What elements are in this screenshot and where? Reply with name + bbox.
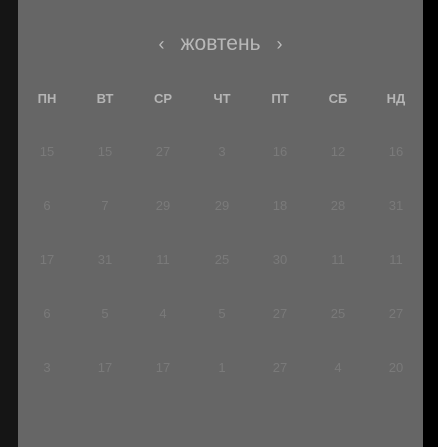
- calendar-panel: ‹ жовтень › ПН ВТ СР ЧТ ПТ СБ НД 15 15 27 3 16 12 16 6…: [18, 0, 423, 447]
- weekday-header: СР: [153, 91, 173, 106]
- chevron-right-icon[interactable]: ›: [273, 34, 287, 55]
- weekday-header: ПТ: [271, 91, 289, 106]
- day-cell[interactable]: 25: [309, 306, 367, 321]
- day-cell[interactable]: 4: [134, 306, 192, 321]
- day-cell[interactable]: 5: [193, 306, 251, 321]
- day-cell[interactable]: 31: [76, 252, 134, 267]
- weekday-header: ЧТ: [213, 91, 231, 106]
- day-cell[interactable]: 20: [367, 360, 425, 375]
- day-cell[interactable]: 29: [134, 198, 192, 213]
- calendar-header: ‹ жовтень ›: [18, 30, 423, 58]
- day-cell[interactable]: 25: [193, 252, 251, 267]
- weekday-header: ВТ: [96, 91, 114, 106]
- day-cell[interactable]: 31: [367, 198, 425, 213]
- day-cell[interactable]: 17: [76, 360, 134, 375]
- day-cell[interactable]: 27: [367, 306, 425, 321]
- chevron-left-icon[interactable]: ‹: [154, 34, 168, 55]
- day-cell[interactable]: 6: [18, 198, 76, 213]
- day-cell[interactable]: 15: [18, 144, 76, 159]
- weekday-header: НД: [386, 91, 406, 106]
- day-cell[interactable]: 7: [76, 198, 134, 213]
- day-cell[interactable]: 3: [193, 144, 251, 159]
- day-cell[interactable]: 4: [309, 360, 367, 375]
- day-cell[interactable]: 17: [18, 252, 76, 267]
- background-left: [0, 0, 18, 447]
- day-cell[interactable]: 27: [251, 306, 309, 321]
- day-cell[interactable]: 30: [251, 252, 309, 267]
- day-cell[interactable]: 5: [76, 306, 134, 321]
- day-cell[interactable]: 16: [367, 144, 425, 159]
- day-cell[interactable]: 12: [309, 144, 367, 159]
- weekday-header: ПН: [37, 91, 57, 106]
- day-cell[interactable]: 28: [309, 198, 367, 213]
- day-cell[interactable]: 11: [134, 252, 192, 267]
- day-cell[interactable]: 27: [251, 360, 309, 375]
- day-cell[interactable]: 3: [18, 360, 76, 375]
- day-cell[interactable]: 27: [134, 144, 192, 159]
- day-cell[interactable]: 18: [251, 198, 309, 213]
- day-cell[interactable]: 15: [76, 144, 134, 159]
- day-cell[interactable]: 1: [193, 360, 251, 375]
- day-cell[interactable]: 16: [251, 144, 309, 159]
- day-cell[interactable]: 29: [193, 198, 251, 213]
- day-cell[interactable]: 6: [18, 306, 76, 321]
- month-title: жовтень: [180, 32, 261, 55]
- day-cell[interactable]: 17: [134, 360, 192, 375]
- day-cell[interactable]: 11: [367, 252, 425, 267]
- day-cell[interactable]: 11: [309, 252, 367, 267]
- weekday-header: СБ: [328, 91, 348, 106]
